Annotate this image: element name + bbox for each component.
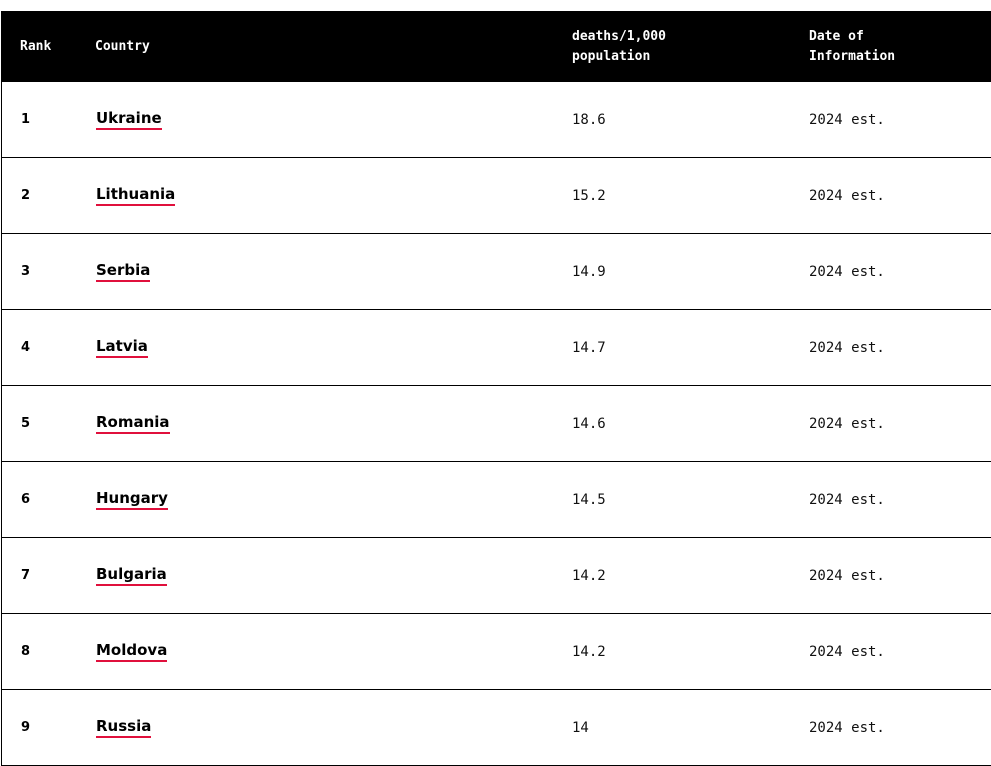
table-header: Rank Country deaths/1,000 population Dat… — [2, 11, 991, 82]
table-row: 5 Romania 14.6 2024 est. — [2, 386, 991, 462]
country-link[interactable]: Lithuania — [96, 185, 176, 206]
country-cell: Serbia — [96, 234, 151, 309]
date-cell: 2024 est. — [809, 386, 885, 461]
rank-value: 1 — [21, 112, 31, 127]
country-link[interactable]: Russia — [96, 717, 152, 738]
value-cell: 14.2 — [572, 614, 606, 689]
date-cell: 2024 est. — [809, 462, 885, 537]
table-row: 2 Lithuania 15.2 2024 est. — [2, 158, 991, 234]
header-rank[interactable]: Rank — [20, 37, 51, 57]
country-cell: Russia — [96, 690, 152, 765]
header-country[interactable]: Country — [95, 37, 150, 57]
rank-value: 7 — [21, 568, 31, 583]
country-cell: Hungary — [96, 462, 168, 537]
death-rate-value: 14.6 — [572, 415, 606, 432]
date-cell: 2024 est. — [809, 158, 885, 233]
country-link[interactable]: Latvia — [96, 337, 148, 358]
country-cell: Bulgaria — [96, 538, 167, 613]
death-rate-value: 14.2 — [572, 567, 606, 584]
table-row: 8 Moldova 14.2 2024 est. — [2, 614, 991, 690]
death-rate-value: 14 — [572, 719, 589, 736]
header-date-line1: Date of — [809, 29, 864, 44]
date-cell: 2024 est. — [809, 310, 885, 385]
country-link[interactable]: Bulgaria — [96, 565, 167, 586]
country-link[interactable]: Romania — [96, 413, 170, 434]
country-link[interactable]: Serbia — [96, 261, 151, 282]
rank-cell: 4 — [21, 310, 30, 385]
value-cell: 14 — [572, 690, 589, 765]
value-cell: 14.5 — [572, 462, 606, 537]
value-cell: 14.9 — [572, 234, 606, 309]
country-cell: Ukraine — [96, 82, 162, 157]
rank-cell: 7 — [21, 538, 30, 613]
date-value: 2024 est. — [809, 187, 885, 204]
date-value: 2024 est. — [809, 415, 885, 432]
rank-value: 6 — [21, 492, 31, 507]
date-value: 2024 est. — [809, 339, 885, 356]
table-row: 9 Russia 14 2024 est. — [2, 690, 991, 766]
table-row: 1 Ukraine 18.6 2024 est. — [2, 82, 991, 158]
rank-cell: 1 — [21, 82, 30, 157]
header-value-line2: population — [572, 49, 651, 64]
rank-cell: 2 — [21, 158, 30, 233]
rank-cell: 8 — [21, 614, 30, 689]
date-value: 2024 est. — [809, 643, 885, 660]
date-cell: 2024 est. — [809, 82, 885, 157]
country-cell: Moldova — [96, 614, 168, 689]
date-value: 2024 est. — [809, 491, 885, 508]
rank-value: 9 — [21, 720, 31, 735]
value-cell: 14.6 — [572, 386, 606, 461]
date-value: 2024 est. — [809, 263, 885, 280]
date-value: 2024 est. — [809, 567, 885, 584]
date-value: 2024 est. — [809, 719, 885, 736]
death-rate-value: 14.9 — [572, 263, 606, 280]
table-body: 1 Ukraine 18.6 2024 est. 2 Lithuania 15.2 2024 … — [2, 82, 991, 766]
rank-value: 3 — [21, 264, 31, 279]
death-rate-value: 14.2 — [572, 643, 606, 660]
header-value[interactable]: deaths/1,000 population — [572, 27, 666, 67]
header-date[interactable]: Date of Information — [809, 27, 895, 67]
date-value: 2024 est. — [809, 111, 885, 128]
country-link[interactable]: Moldova — [96, 641, 168, 662]
value-cell: 14.7 — [572, 310, 606, 385]
country-cell: Romania — [96, 386, 170, 461]
rank-cell: 9 — [21, 690, 30, 765]
rank-cell: 5 — [21, 386, 30, 461]
table-row: 7 Bulgaria 14.2 2024 est. — [2, 538, 991, 614]
value-cell: 15.2 — [572, 158, 606, 233]
date-cell: 2024 est. — [809, 538, 885, 613]
value-cell: 14.2 — [572, 538, 606, 613]
rank-value: 4 — [21, 340, 31, 355]
table-row: 3 Serbia 14.9 2024 est. — [2, 234, 991, 310]
rank-cell: 6 — [21, 462, 30, 537]
rank-value: 8 — [21, 644, 31, 659]
death-rate-value: 18.6 — [572, 111, 606, 128]
country-link[interactable]: Hungary — [96, 489, 168, 510]
rank-value: 5 — [21, 416, 31, 431]
death-rate-value: 14.5 — [572, 491, 606, 508]
date-cell: 2024 est. — [809, 614, 885, 689]
rank-cell: 3 — [21, 234, 30, 309]
date-cell: 2024 est. — [809, 690, 885, 765]
country-cell: Latvia — [96, 310, 148, 385]
header-date-line2: Information — [809, 49, 896, 64]
table-row: 4 Latvia 14.7 2024 est. — [2, 310, 991, 386]
death-rate-table: Rank Country deaths/1,000 population Dat… — [1, 11, 991, 766]
value-cell: 18.6 — [572, 82, 606, 157]
header-value-line1: deaths/1,000 — [572, 29, 666, 44]
country-cell: Lithuania — [96, 158, 176, 233]
rank-value: 2 — [21, 188, 31, 203]
table-row: 6 Hungary 14.5 2024 est. — [2, 462, 991, 538]
death-rate-value: 15.2 — [572, 187, 606, 204]
country-link[interactable]: Ukraine — [96, 109, 162, 130]
date-cell: 2024 est. — [809, 234, 885, 309]
death-rate-value: 14.7 — [572, 339, 606, 356]
